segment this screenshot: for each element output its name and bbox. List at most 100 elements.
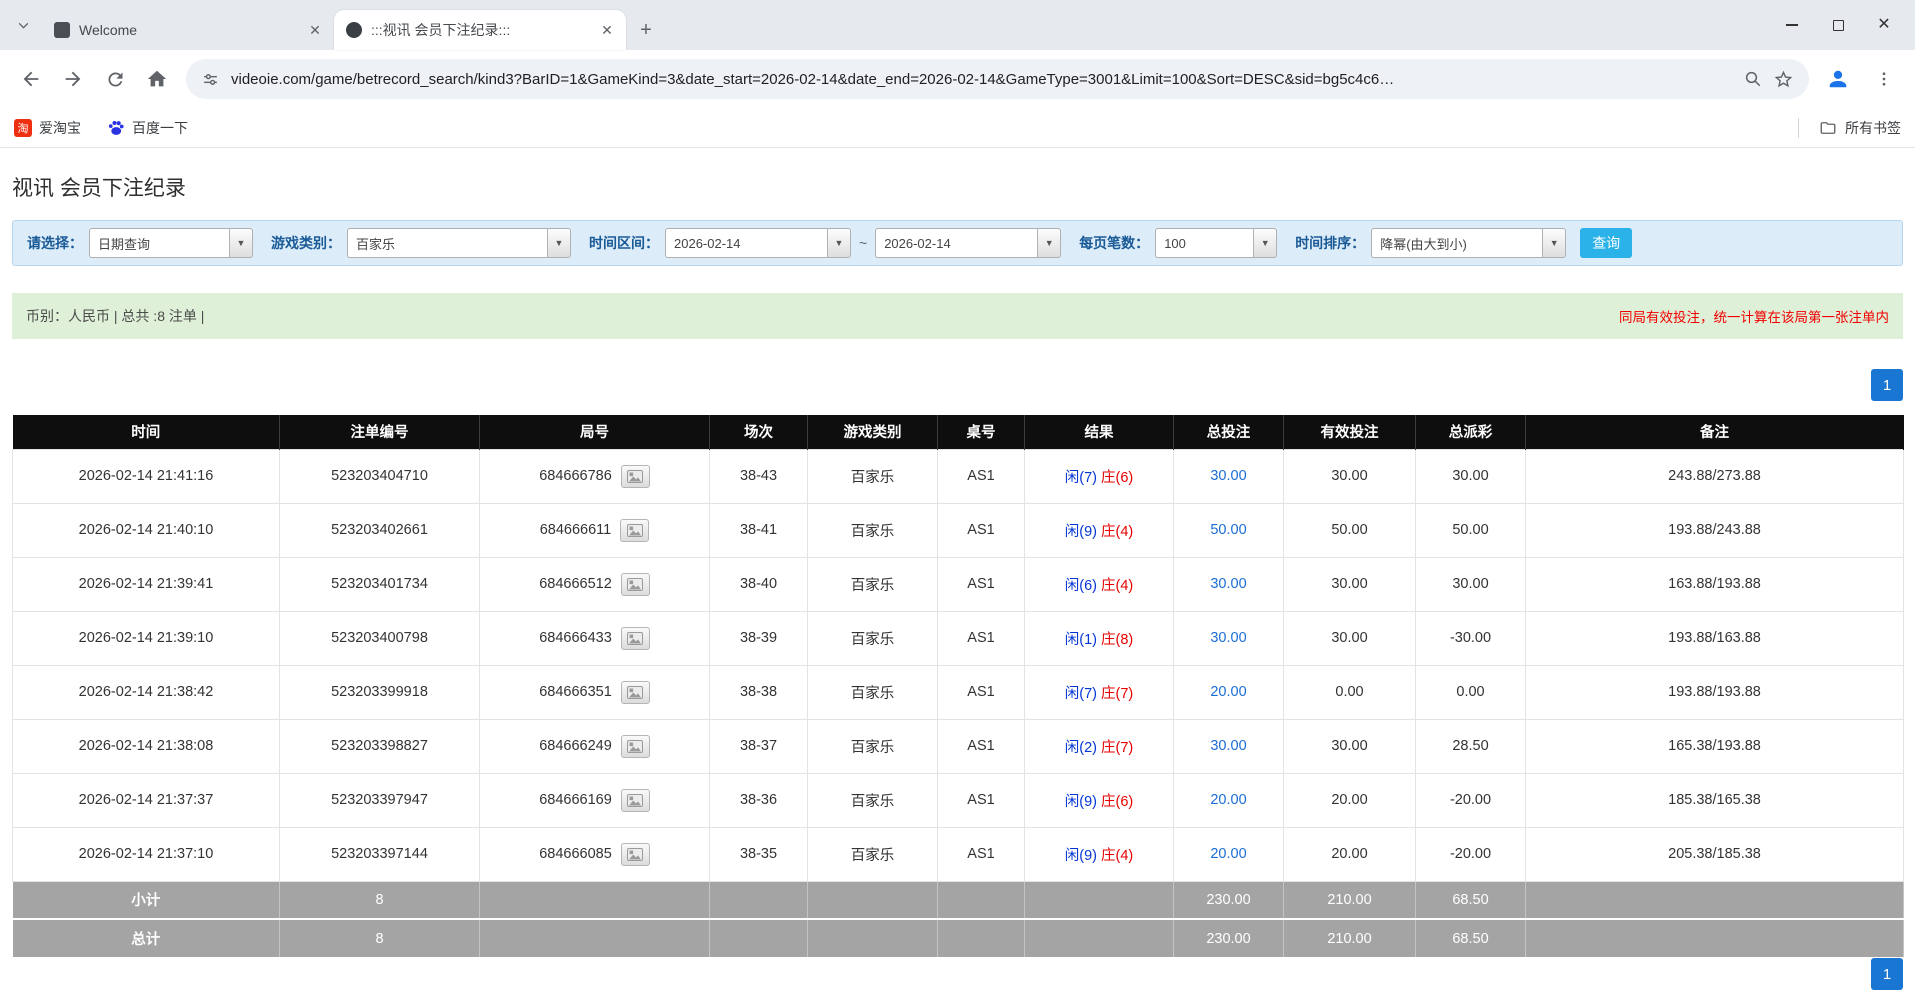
welcome-favicon — [54, 22, 70, 38]
date-end-input[interactable] — [875, 228, 1037, 258]
round-detail-button[interactable] — [621, 627, 650, 650]
result-player: 闲(9) — [1065, 524, 1097, 540]
date-end-select[interactable]: ▼ — [875, 228, 1061, 258]
bet-record-row: 2026-02-14 21:41:16 523203404710 6846667… — [13, 449, 1904, 503]
pagination-page-1[interactable]: 1 — [1871, 369, 1903, 401]
tab-strip: Welcome ✕ :::视讯 会员下注纪录::: ✕ + ✕ — [0, 0, 1915, 50]
game-category-select[interactable]: ▼ — [347, 228, 571, 258]
total-bet-link[interactable]: 20.00 — [1210, 792, 1246, 808]
divider — [1798, 118, 1799, 138]
bookmark-star-icon[interactable] — [1774, 70, 1793, 89]
total-bet-link[interactable]: 30.00 — [1210, 630, 1246, 646]
total-count: 8 — [280, 919, 480, 957]
page-size-select[interactable]: ▼ — [1155, 228, 1277, 258]
total-bet-link[interactable]: 20.00 — [1210, 684, 1246, 700]
cell-bet-id: 523203399918 — [280, 665, 480, 719]
cell-total-bet: 30.00 — [1174, 449, 1284, 503]
minimize-button[interactable] — [1769, 0, 1815, 50]
cell-remark: 243.88/273.88 — [1526, 449, 1904, 503]
chevron-down-icon[interactable]: ▼ — [1542, 228, 1566, 258]
bookmarks-bar: 淘 爱淘宝 百度一下 所有书签 — [0, 108, 1915, 148]
cell-total-bet: 30.00 — [1174, 557, 1284, 611]
round-detail-button[interactable] — [621, 681, 650, 704]
result-banker: 庄(4) — [1101, 524, 1133, 540]
cell-game: 百家乐 — [808, 719, 938, 773]
total-total-bet: 230.00 — [1174, 919, 1284, 957]
chevron-down-icon[interactable]: ▼ — [1037, 228, 1061, 258]
site-info-icon[interactable] — [202, 71, 219, 88]
cell-session: 38-40 — [710, 557, 808, 611]
round-detail-button[interactable] — [621, 843, 650, 866]
back-button[interactable] — [10, 58, 52, 100]
chevron-down-icon — [17, 19, 30, 32]
result-player: 闲(7) — [1065, 470, 1097, 486]
cell-valid-bet: 30.00 — [1284, 557, 1416, 611]
tab-search-button[interactable] — [8, 10, 38, 40]
cell-game: 百家乐 — [808, 611, 938, 665]
tab-close-icon[interactable]: ✕ — [598, 21, 616, 39]
date-start-select[interactable]: ▼ — [665, 228, 851, 258]
cell-time: 2026-02-14 21:37:37 — [13, 773, 280, 827]
page-size-input[interactable] — [1155, 228, 1253, 258]
cell-payout: -20.00 — [1416, 773, 1526, 827]
refresh-button[interactable] — [94, 58, 136, 100]
cell-remark: 165.38/193.88 — [1526, 719, 1904, 773]
bet-record-row: 2026-02-14 21:39:10 523203400798 6846664… — [13, 611, 1904, 665]
bookmark-baidu[interactable]: 百度一下 — [107, 118, 188, 138]
maximize-button[interactable] — [1815, 0, 1861, 50]
cell-time: 2026-02-14 21:39:10 — [13, 611, 280, 665]
cell-time: 2026-02-14 21:37:10 — [13, 827, 280, 881]
round-detail-button[interactable] — [621, 789, 650, 812]
search-button[interactable]: 查询 — [1580, 228, 1632, 258]
cell-round-id: 684666786 — [480, 449, 710, 503]
sort-input[interactable] — [1371, 228, 1542, 258]
query-type-select[interactable]: ▼ — [89, 228, 253, 258]
round-detail-button[interactable] — [621, 735, 650, 758]
all-bookmarks[interactable]: 所有书签 — [1798, 118, 1901, 138]
browser-tab-welcome[interactable]: Welcome ✕ — [42, 10, 334, 50]
cell-game: 百家乐 — [808, 557, 938, 611]
menu-button[interactable] — [1863, 58, 1905, 100]
chevron-down-icon[interactable]: ▼ — [1253, 228, 1277, 258]
total-bet-link[interactable]: 30.00 — [1210, 738, 1246, 754]
subtotal-count: 8 — [280, 881, 480, 919]
result-banker: 庄(4) — [1101, 578, 1133, 594]
query-type-input[interactable] — [89, 228, 229, 258]
round-detail-button[interactable] — [621, 573, 650, 596]
address-bar[interactable]: videoie.com/game/betrecord_search/kind3?… — [186, 59, 1809, 99]
date-start-input[interactable] — [665, 228, 827, 258]
cell-remark: 193.88/243.88 — [1526, 503, 1904, 557]
pagination-page-1-bottom[interactable]: 1 — [1871, 958, 1903, 990]
zoom-icon[interactable] — [1744, 70, 1762, 88]
profile-button[interactable] — [1817, 58, 1859, 100]
sort-select[interactable]: ▼ — [1371, 228, 1566, 258]
chevron-down-icon[interactable]: ▼ — [827, 228, 851, 258]
new-tab-button[interactable]: + — [632, 16, 660, 44]
cell-total-bet: 30.00 — [1174, 719, 1284, 773]
cell-bet-id: 523203404710 — [280, 449, 480, 503]
total-bet-link[interactable]: 50.00 — [1210, 522, 1246, 538]
round-detail-button[interactable] — [620, 519, 649, 542]
profile-icon — [1827, 68, 1849, 90]
cell-time: 2026-02-14 21:41:16 — [13, 449, 280, 503]
game-category-label: 游戏类别： — [271, 233, 341, 253]
cell-bet-id: 523203397947 — [280, 773, 480, 827]
bookmark-aitaobao[interactable]: 淘 爱淘宝 — [14, 118, 81, 138]
round-detail-button[interactable] — [621, 465, 650, 488]
result-player: 闲(6) — [1065, 578, 1097, 594]
cell-session: 38-37 — [710, 719, 808, 773]
tab-close-icon[interactable]: ✕ — [306, 21, 324, 39]
result-player: 闲(2) — [1065, 740, 1097, 756]
chevron-down-icon[interactable]: ▼ — [229, 228, 253, 258]
chevron-down-icon[interactable]: ▼ — [547, 228, 571, 258]
forward-button[interactable] — [52, 58, 94, 100]
total-bet-link[interactable]: 30.00 — [1210, 576, 1246, 592]
total-bet-link[interactable]: 30.00 — [1210, 468, 1246, 484]
total-bet-link[interactable]: 20.00 — [1210, 846, 1246, 862]
close-button[interactable]: ✕ — [1861, 0, 1907, 50]
cell-result: 闲(7) 庄(6) — [1025, 449, 1174, 503]
game-category-input[interactable] — [347, 228, 547, 258]
page-content: 视讯 会员下注纪录 请选择： ▼ 游戏类别： ▼ 时间区间： ▼ ~ ▼ 每页笔… — [0, 172, 1915, 957]
home-button[interactable] — [136, 58, 178, 100]
browser-tab-betrecord[interactable]: :::视讯 会员下注纪录::: ✕ — [334, 10, 626, 50]
